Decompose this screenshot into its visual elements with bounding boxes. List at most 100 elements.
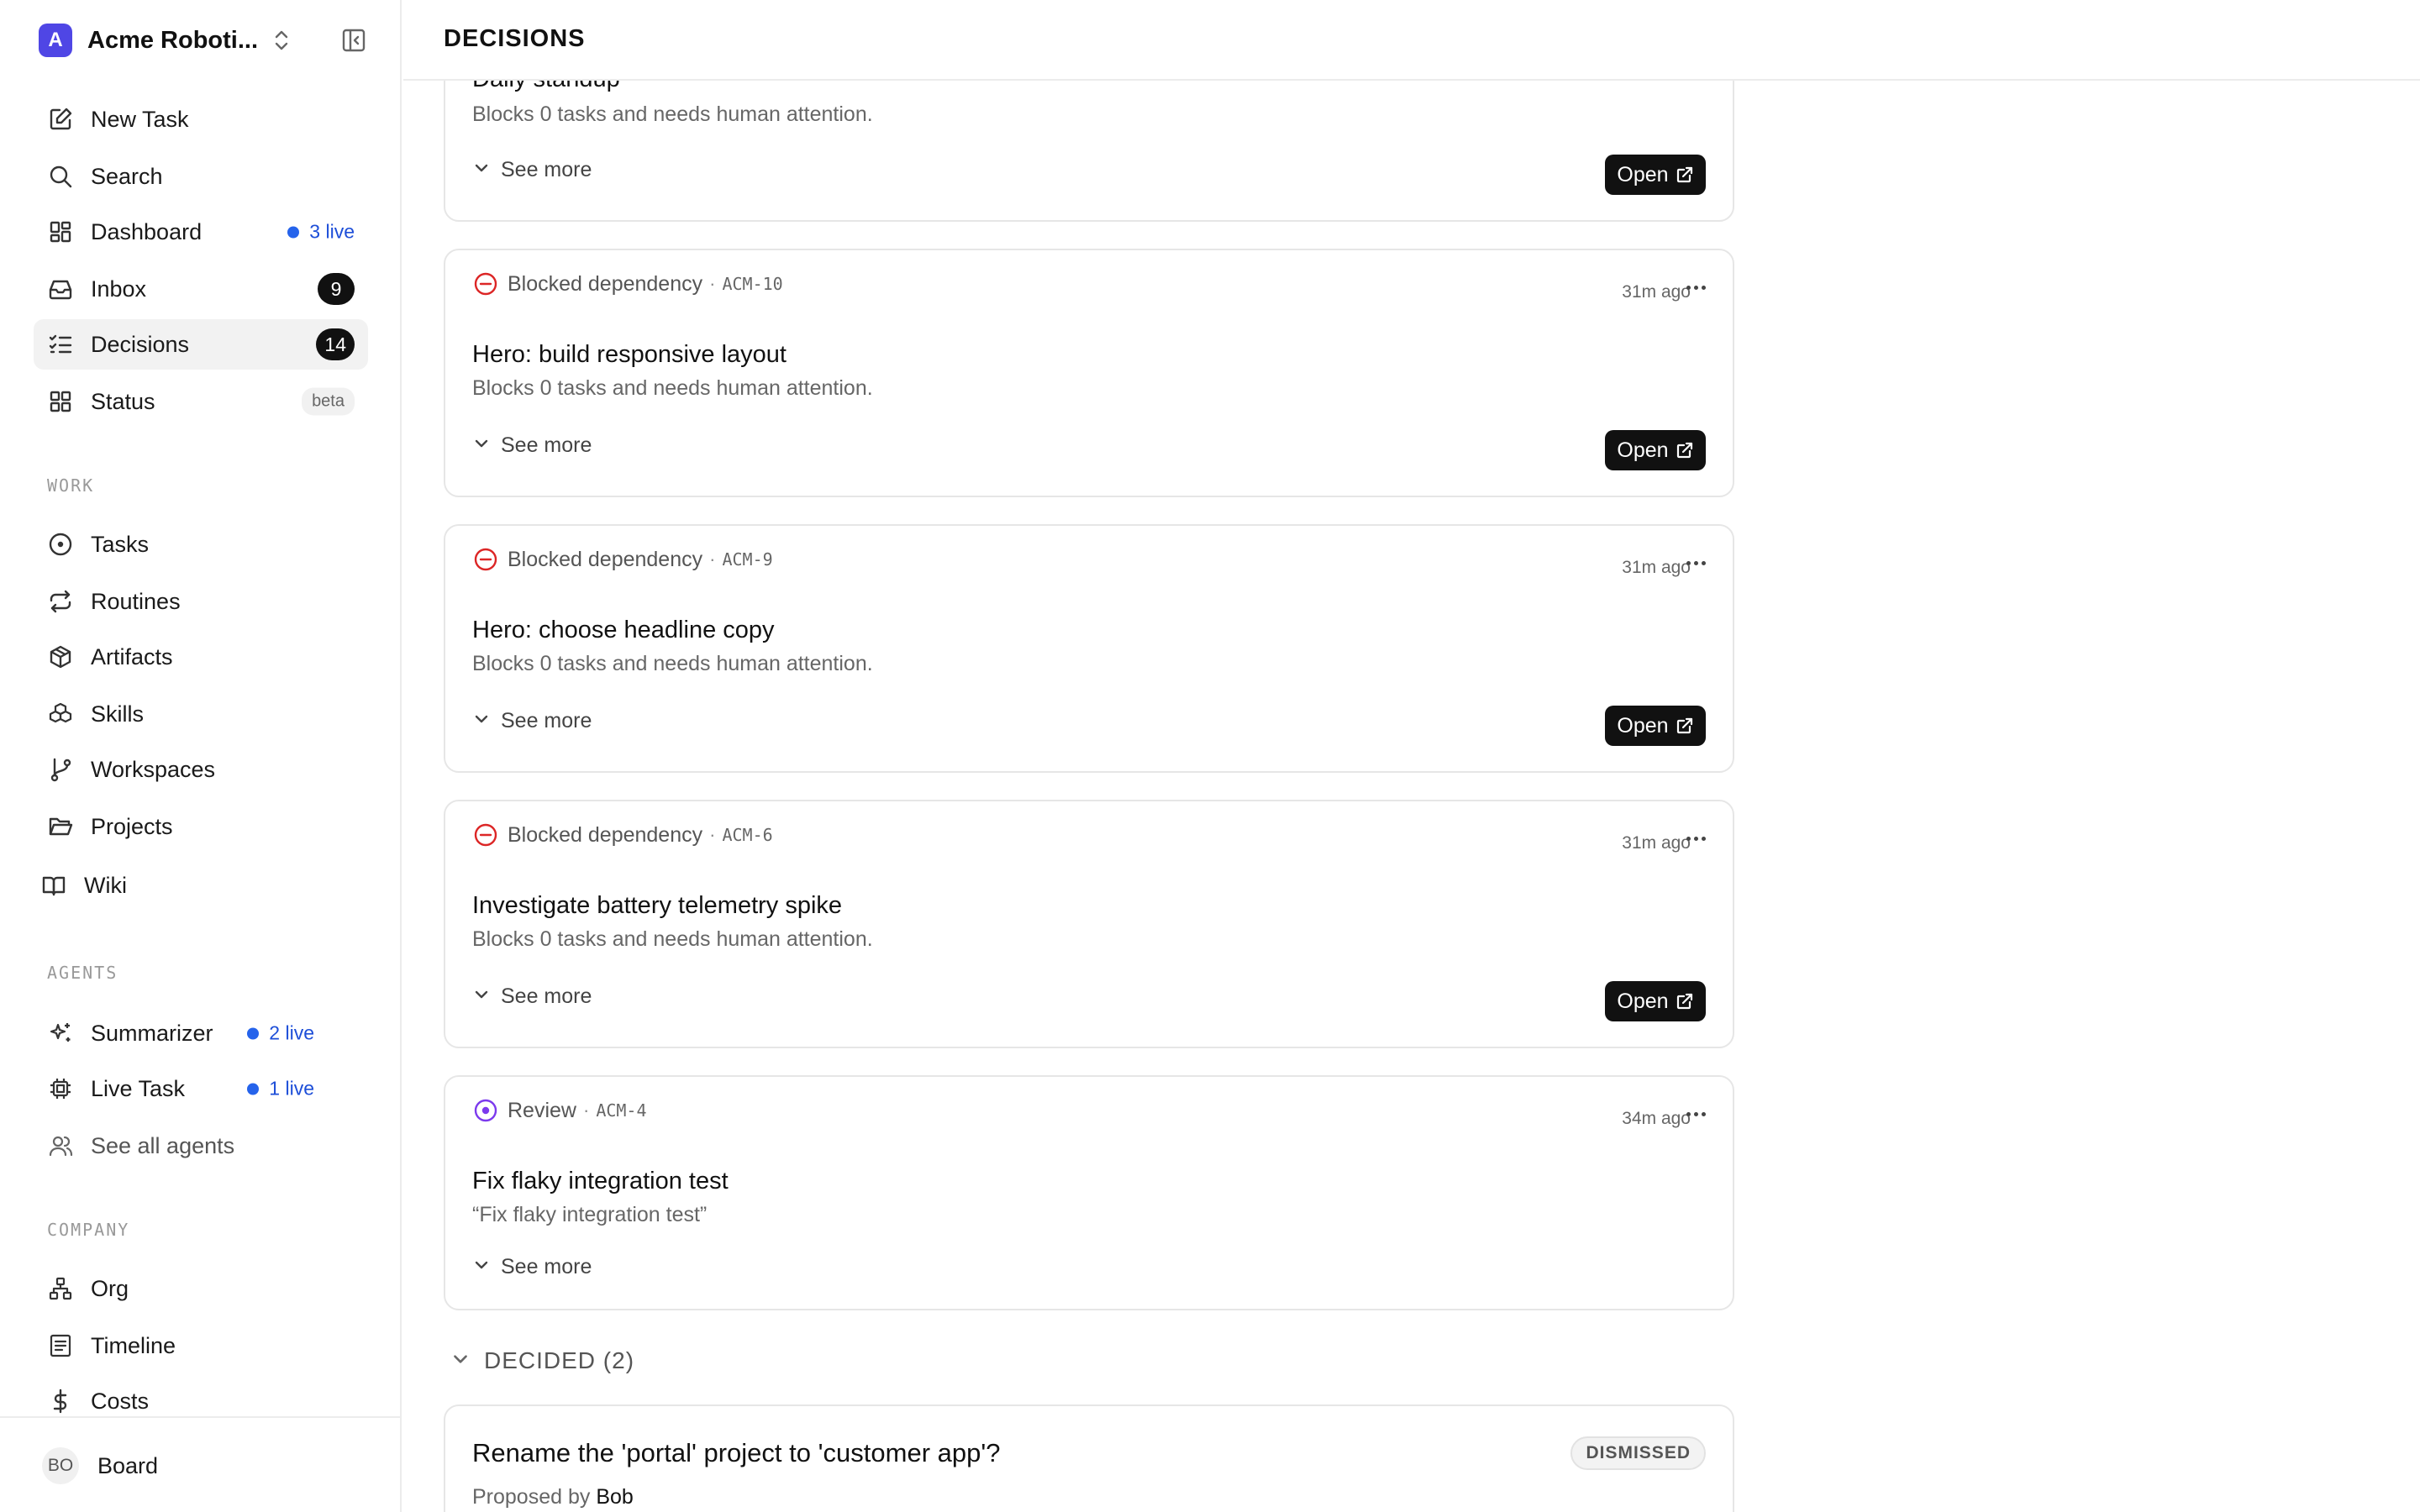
decisions-count-badge: 14 xyxy=(316,328,355,360)
section-label-work: WORK xyxy=(47,475,95,496)
nav-label: Wiki xyxy=(84,872,127,898)
timestamp: 31m ago xyxy=(1622,282,1691,302)
nav-label: Inbox xyxy=(91,276,147,302)
external-link-icon xyxy=(1676,442,1692,459)
nav-skills[interactable]: Skills xyxy=(34,689,368,739)
live-indicator: 2 live xyxy=(247,1022,314,1045)
nav-timeline[interactable]: Timeline xyxy=(34,1320,368,1371)
nav-label: Summarizer xyxy=(91,1020,213,1046)
nav-routines[interactable]: Routines xyxy=(34,576,368,627)
live-indicator: 1 live xyxy=(247,1078,314,1100)
sparkles-icon xyxy=(47,1020,74,1047)
chevron-down-icon xyxy=(472,710,491,732)
beta-badge: beta xyxy=(302,387,355,416)
nav-tasks[interactable]: Tasks xyxy=(34,519,368,570)
nav-search[interactable]: Search xyxy=(34,151,368,202)
nav-label: See all agents xyxy=(91,1132,235,1158)
card-description: Blocks 0 tasks and needs human attention… xyxy=(472,376,873,400)
see-more-toggle[interactable]: See more xyxy=(472,158,592,182)
card-title: Hero: choose headline copy xyxy=(472,617,775,643)
nav-agent-live-task[interactable]: Live Task 1 live xyxy=(34,1063,368,1114)
repeat-icon xyxy=(47,588,74,615)
card-title: Hero: build responsive layout xyxy=(472,341,786,368)
book-open-icon xyxy=(40,872,67,899)
card-title: Fix flaky integration test xyxy=(472,1168,729,1194)
timestamp: 34m ago xyxy=(1622,1109,1691,1128)
nav-projects[interactable]: Projects xyxy=(34,801,368,852)
nav-decisions[interactable]: Decisions 14 xyxy=(34,319,368,370)
sidebar: A Acme Roboti... New Task Search Dashboa… xyxy=(0,0,402,1512)
org-chart-icon xyxy=(47,1275,74,1302)
nav-new-task[interactable]: New Task xyxy=(34,94,368,144)
proposed-by: Proposed by Bob xyxy=(472,1485,634,1509)
nav-dashboard[interactable]: Dashboard 3 live xyxy=(34,207,368,257)
task-id[interactable]: ACM-10 xyxy=(722,274,782,294)
open-button[interactable]: Open xyxy=(1605,981,1706,1021)
timestamp: 31m ago xyxy=(1622,833,1691,853)
nav-label: Org xyxy=(91,1275,129,1301)
user-menu[interactable]: BO Board xyxy=(42,1447,158,1484)
collapse-sidebar-icon[interactable] xyxy=(339,26,368,55)
proposer-name[interactable]: Bob xyxy=(596,1485,633,1509)
nav-label: Tasks xyxy=(91,531,150,557)
nav-workspaces[interactable]: Workspaces xyxy=(34,744,368,795)
chevron-down-icon xyxy=(450,1349,471,1373)
see-more-toggle[interactable]: See more xyxy=(472,433,592,458)
task-id[interactable]: ACM-6 xyxy=(722,825,772,845)
nav-inbox[interactable]: Inbox 9 xyxy=(34,264,368,314)
page-title: DECISIONS xyxy=(444,25,586,52)
minus-circle-icon xyxy=(472,270,499,297)
nav-agent-summarizer[interactable]: Summarizer 2 live xyxy=(34,1008,368,1058)
nav-wiki[interactable]: Wiki xyxy=(27,860,361,911)
open-button[interactable]: Open xyxy=(1605,155,1706,195)
nav-label: Dashboard xyxy=(91,218,203,244)
nav-status[interactable]: Status beta xyxy=(34,376,368,427)
open-button[interactable]: Open xyxy=(1605,706,1706,746)
nav-label: Live Task xyxy=(91,1075,186,1101)
nav-label: Projects xyxy=(91,813,173,839)
open-button[interactable]: Open xyxy=(1605,430,1706,470)
section-label-company: COMPANY xyxy=(47,1220,130,1240)
inbox-icon xyxy=(47,276,74,302)
more-options-icon[interactable] xyxy=(1684,279,1707,296)
external-link-icon xyxy=(1676,993,1692,1010)
card-header: Blocked dependency · ACM-9 xyxy=(472,546,773,573)
nav-org[interactable]: Org xyxy=(34,1263,368,1314)
card-title: Rename the 'portal' project to 'customer… xyxy=(472,1438,1001,1467)
checklist-icon xyxy=(47,331,74,358)
folder-open-icon xyxy=(47,813,74,840)
card-header: Blocked dependency · ACM-10 xyxy=(472,270,783,297)
avatar: BO xyxy=(42,1447,79,1484)
workspace-logo: A xyxy=(39,24,72,57)
decision-card: Review · ACM-4 34m ago Fix flaky integra… xyxy=(444,1075,1734,1310)
decision-card: Blocked dependency · ACM-10 31m ago Hero… xyxy=(444,249,1734,497)
workspace-switcher[interactable]: A Acme Roboti... xyxy=(39,23,368,58)
user-name: Board xyxy=(97,1452,159,1478)
timestamp: 31m ago xyxy=(1622,558,1691,577)
package-icon xyxy=(47,643,74,670)
task-id[interactable]: ACM-9 xyxy=(722,549,772,570)
decision-card: Blocked dependency · ACM-6 31m ago Inves… xyxy=(444,800,1734,1048)
nav-label: New Task xyxy=(91,106,189,132)
status-badge: DISMISSED xyxy=(1570,1436,1706,1470)
see-more-toggle[interactable]: See more xyxy=(472,984,592,1009)
dollar-icon xyxy=(47,1388,74,1415)
decided-section-toggle[interactable]: DECIDED (2) xyxy=(450,1347,634,1374)
see-more-toggle[interactable]: See more xyxy=(472,1255,592,1279)
more-options-icon[interactable] xyxy=(1684,554,1707,571)
workspace-name: Acme Roboti... xyxy=(87,26,259,54)
dashboard-icon xyxy=(47,218,74,245)
chevron-down-icon xyxy=(472,985,491,1008)
see-more-toggle[interactable]: See more xyxy=(472,709,592,733)
nav-artifacts[interactable]: Artifacts xyxy=(34,632,368,682)
nav-label: Costs xyxy=(91,1388,150,1414)
sidebar-footer: BO Board xyxy=(0,1416,402,1512)
nav-see-all-agents[interactable]: See all agents xyxy=(34,1121,368,1171)
section-label-agents: AGENTS xyxy=(47,963,118,983)
task-id[interactable]: ACM-4 xyxy=(596,1100,646,1121)
more-options-icon[interactable] xyxy=(1684,1105,1707,1122)
chevron-down-icon xyxy=(472,159,491,181)
card-header: Blocked dependency · ACM-6 xyxy=(472,822,773,848)
more-options-icon[interactable] xyxy=(1684,830,1707,847)
decided-section-label: DECIDED (2) xyxy=(484,1347,635,1373)
